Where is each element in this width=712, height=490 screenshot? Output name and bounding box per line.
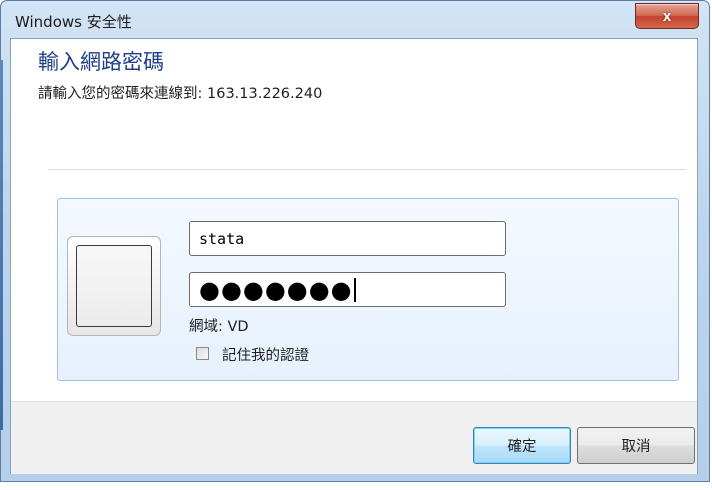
dialog-heading: 輸入網路密碼 xyxy=(38,50,164,74)
dialog-subtitle: 請輸入您的密碼來連線到: 163.13.226.240 xyxy=(38,86,323,102)
domain-label: 網域: VD xyxy=(189,319,249,335)
remember-credentials-checkbox[interactable] xyxy=(196,347,209,360)
close-icon: x xyxy=(662,7,672,25)
close-button[interactable]: x xyxy=(635,3,699,29)
password-input[interactable]: ●●●●●●● xyxy=(189,272,506,307)
remember-credentials-label[interactable]: 記住我的認證 xyxy=(222,344,309,365)
window-title: Windows 安全性 xyxy=(15,13,132,31)
bottom-strip xyxy=(0,482,712,490)
user-avatar-icon xyxy=(76,245,152,327)
password-value: ●●●●●●● xyxy=(199,276,356,304)
user-avatar-tile xyxy=(67,236,161,336)
username-value: stata xyxy=(199,230,245,248)
divider xyxy=(48,169,686,170)
window-edge-accent xyxy=(0,60,3,430)
password-mask: ●●●●●●● xyxy=(199,276,353,304)
title-bar[interactable]: Windows 安全性 x xyxy=(1,1,709,39)
ok-button[interactable]: 確定 xyxy=(473,427,571,464)
text-caret xyxy=(353,278,356,302)
username-input[interactable]: stata xyxy=(189,221,506,256)
cancel-button[interactable]: 取消 xyxy=(577,427,695,464)
